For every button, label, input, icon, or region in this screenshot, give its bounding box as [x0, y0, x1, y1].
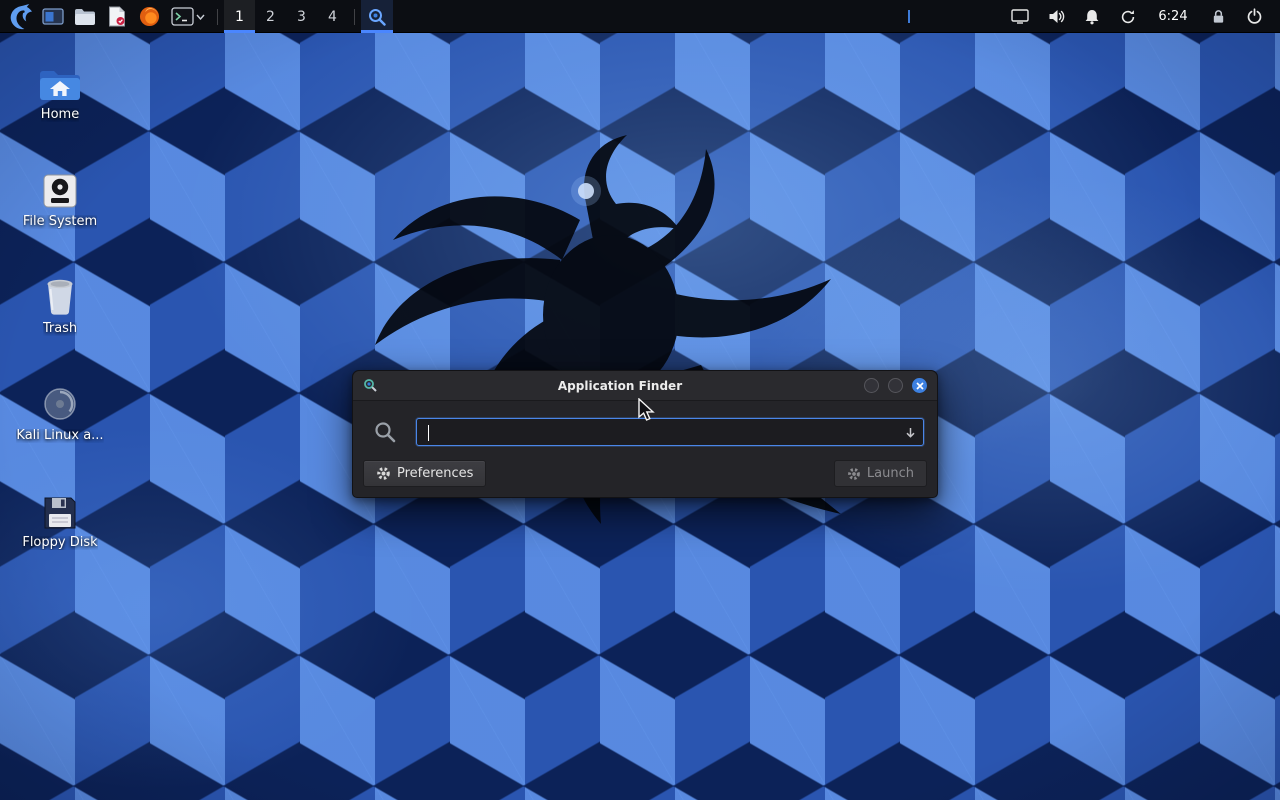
- close-button[interactable]: [912, 378, 927, 393]
- kali-logo-icon: [7, 3, 34, 30]
- preferences-button[interactable]: Preferences: [363, 460, 486, 487]
- desktop-icon-label: File System: [23, 215, 97, 229]
- minimize-button[interactable]: [864, 378, 879, 393]
- preferences-button-label: Preferences: [397, 466, 473, 481]
- panel-separator: [217, 9, 218, 25]
- folder-icon: [74, 8, 96, 26]
- show-desktop-button[interactable]: [37, 0, 69, 33]
- desktop-icon-trash[interactable]: Trash: [16, 269, 104, 376]
- titlebar[interactable]: Application Finder: [353, 371, 937, 401]
- desktop-icon-kali-installer[interactable]: Kali Linux a...: [16, 376, 104, 483]
- screen: Home File System: [0, 0, 1280, 800]
- application-finder-window: Application Finder: [352, 370, 938, 498]
- file-system-drive-icon: [41, 162, 79, 210]
- search-entry: [416, 418, 924, 446]
- display-tray-button[interactable]: [1002, 0, 1038, 33]
- desktop-icon-label: Kali Linux a...: [16, 429, 103, 443]
- desktop-icon-label: Floppy Disk: [22, 536, 97, 550]
- window-title: Application Finder: [387, 379, 853, 393]
- volume-tray-button[interactable]: [1038, 0, 1074, 33]
- terminal-icon: [171, 7, 194, 26]
- kali-installer-icon: [40, 376, 80, 424]
- window-controls: [853, 378, 937, 393]
- workspace-1[interactable]: 1: [224, 0, 255, 33]
- trash-can-icon: [42, 269, 78, 317]
- workspace-3[interactable]: 3: [286, 0, 317, 33]
- firefox-icon: [139, 6, 160, 27]
- panel-separator: [354, 9, 355, 25]
- speaker-icon: [1048, 9, 1065, 24]
- file-manager-button[interactable]: [69, 0, 101, 33]
- desktop-icon-list: Home File System: [16, 55, 104, 590]
- floppy-disk-icon: [42, 483, 78, 531]
- gear-icon: [376, 466, 391, 481]
- desktop-icon-file-system[interactable]: File System: [16, 162, 104, 269]
- search-icon: [367, 7, 387, 27]
- updates-tray-button[interactable]: [1110, 0, 1146, 33]
- document-icon: [108, 6, 126, 27]
- systray-grip: [908, 10, 910, 23]
- launch-button[interactable]: Launch: [834, 460, 927, 487]
- bell-icon: [1084, 9, 1100, 25]
- terminal-button[interactable]: [165, 0, 211, 33]
- app-finder-launcher-button[interactable]: [361, 0, 393, 33]
- launch-button-label: Launch: [867, 466, 914, 481]
- desktop-icon-label: Trash: [43, 322, 77, 336]
- close-icon: [916, 382, 924, 390]
- lock-icon: [1211, 9, 1226, 24]
- arrow-down-icon: [904, 426, 917, 439]
- desktop-icon-home[interactable]: Home: [16, 55, 104, 162]
- browser-button[interactable]: [133, 0, 165, 33]
- power-icon: [1246, 8, 1263, 25]
- mouse-cursor: [637, 398, 659, 422]
- search-input[interactable]: [417, 419, 897, 445]
- text-editor-button[interactable]: [101, 0, 133, 33]
- launch-icon: [847, 467, 861, 481]
- applications-menu-button[interactable]: [3, 0, 37, 33]
- desktop-icon-floppy-disk[interactable]: Floppy Disk: [16, 483, 104, 590]
- workspace-switcher: 1 2 3 4: [224, 0, 348, 33]
- maximize-button[interactable]: [888, 378, 903, 393]
- search-icon: [373, 420, 397, 444]
- window-icon: [42, 8, 64, 26]
- workspace-4[interactable]: 4: [317, 0, 348, 33]
- chevron-down-icon: [196, 14, 205, 20]
- display-icon: [1011, 9, 1029, 24]
- expand-button[interactable]: [897, 419, 923, 445]
- workspace-2[interactable]: 2: [255, 0, 286, 33]
- power-tray-button[interactable]: [1236, 0, 1272, 33]
- home-folder-icon: [38, 55, 82, 103]
- clock[interactable]: 6:24: [1146, 0, 1200, 33]
- desktop-icon-label: Home: [41, 108, 79, 122]
- top-panel: 1 2 3 4: [0, 0, 1280, 33]
- keyring-tray-button[interactable]: [1200, 0, 1236, 33]
- notifications-tray-button[interactable]: [1074, 0, 1110, 33]
- app-finder-window-icon: [353, 378, 387, 393]
- text-caret: [428, 425, 429, 441]
- sync-arrows-icon: [1120, 9, 1136, 25]
